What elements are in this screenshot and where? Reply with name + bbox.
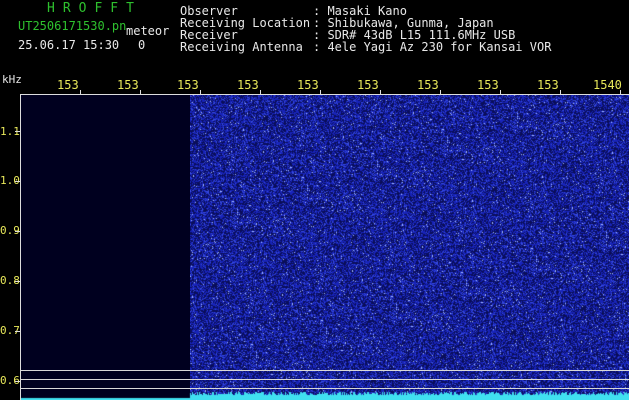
x-tick-label: 153 xyxy=(177,78,199,92)
timestamp: 25.06.17 15:30 xyxy=(18,38,120,52)
x-tick-label: 153 xyxy=(297,78,319,92)
info-antenna: Receiving Antenna : 4ele Yagi Az 230 for … xyxy=(180,41,551,53)
x-tick-label: 153 xyxy=(477,78,499,92)
reference-line xyxy=(21,370,629,371)
x-tick-label: 153 xyxy=(417,78,439,92)
x-tick-label: 153 xyxy=(537,78,559,92)
reference-line xyxy=(21,379,629,380)
meteor-count: 0 xyxy=(138,38,146,52)
x-tick-label: 1540 xyxy=(593,78,622,92)
meteor-label: meteor xyxy=(126,24,170,38)
spectrogram-idle-region xyxy=(21,95,190,400)
info-label: Receiving Antenna xyxy=(180,40,303,54)
x-tick-label: 153 xyxy=(57,78,79,92)
info-value: : 4ele Yagi Az 230 for Kansai VOR xyxy=(313,40,552,54)
spectrogram-noise xyxy=(190,95,629,400)
x-tick-label: 153 xyxy=(117,78,139,92)
x-tick-label: 153 xyxy=(237,78,259,92)
app-title: HROFFT xyxy=(47,1,142,16)
spectrogram xyxy=(21,95,629,400)
signal-trace xyxy=(21,385,629,400)
y-unit-label: kHz xyxy=(2,73,22,86)
file-name: UT2506171530.pn xyxy=(18,19,127,33)
x-tick-label: 153 xyxy=(357,78,379,92)
